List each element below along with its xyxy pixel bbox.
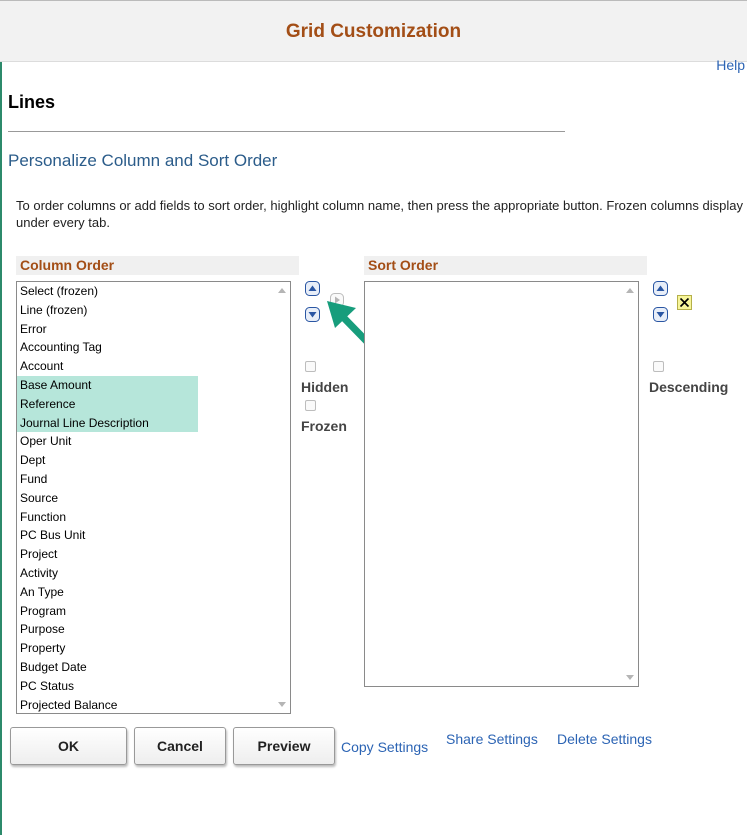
remove-from-sort-x-icon[interactable] — [677, 295, 692, 310]
list-item[interactable]: Base Amount — [17, 375, 198, 395]
list-item[interactable]: PC Bus Unit — [17, 526, 290, 545]
list-item[interactable]: Reference — [17, 394, 198, 414]
list-item[interactable]: Project — [17, 545, 290, 564]
list-item[interactable]: Dept — [17, 451, 290, 470]
list-item[interactable]: Journal Line Description — [17, 413, 198, 433]
frozen-checkbox[interactable] — [305, 400, 316, 411]
scroll-down-icon[interactable] — [278, 702, 286, 707]
cancel-button[interactable]: Cancel — [134, 727, 226, 765]
list-item[interactable]: Accounting Tag — [17, 338, 290, 357]
instructions-text: To order columns or add fields to sort o… — [16, 198, 743, 230]
descending-checkbox[interactable] — [653, 361, 664, 372]
list-item[interactable]: Budget Date — [17, 658, 290, 677]
list-item[interactable]: Oper Unit — [17, 432, 290, 451]
title-bar: Grid Customization — [0, 0, 747, 62]
descending-label: Descending — [649, 379, 729, 395]
list-item[interactable]: Program — [17, 602, 290, 621]
share-settings-link[interactable]: Share Settings — [446, 731, 538, 747]
scroll-up-icon[interactable] — [626, 288, 634, 293]
preview-button[interactable]: Preview — [233, 727, 335, 765]
list-item[interactable]: An Type — [17, 583, 290, 602]
ok-button[interactable]: OK — [10, 727, 127, 765]
list-item[interactable]: Source — [17, 489, 290, 508]
list-item[interactable]: Account — [17, 357, 290, 376]
list-item[interactable]: Function — [17, 508, 290, 527]
page-title: Lines — [8, 92, 56, 112]
scroll-down-icon[interactable] — [626, 675, 634, 680]
hidden-label: Hidden — [301, 379, 349, 395]
list-item[interactable]: Select (frozen) — [17, 282, 290, 301]
move-up-icon[interactable] — [305, 281, 320, 296]
frozen-label: Frozen — [301, 418, 347, 434]
list-item[interactable]: Activity — [17, 564, 290, 583]
hidden-checkbox[interactable] — [305, 361, 316, 372]
sort-order-listbox[interactable] — [364, 281, 639, 687]
list-item[interactable]: Purpose — [17, 620, 290, 639]
column-order-items: Select (frozen) Line (frozen) Error Account… — [17, 282, 290, 713]
sort-move-up-icon[interactable] — [653, 281, 668, 296]
list-item[interactable]: Fund — [17, 470, 290, 489]
sort-move-down-icon[interactable] — [653, 307, 668, 322]
list-item[interactable]: Projected Balance — [17, 696, 290, 713]
sort-order-scrollbar[interactable] — [622, 282, 638, 686]
column-order-listbox[interactable]: Select (frozen) Line (frozen) Error Account… — [16, 281, 291, 714]
sort-order-header: Sort Order — [364, 256, 647, 275]
window-title: Grid Customization — [285, 21, 462, 42]
list-item[interactable]: Line (frozen) — [17, 301, 290, 320]
help-link[interactable]: Help — [716, 57, 745, 73]
list-item[interactable]: Error — [17, 320, 290, 339]
move-down-icon[interactable] — [305, 307, 320, 322]
column-order-header: Column Order — [16, 256, 299, 275]
scroll-up-icon[interactable] — [278, 288, 286, 293]
delete-settings-link[interactable]: Delete Settings — [557, 731, 652, 747]
copy-settings-link[interactable]: Copy Settings — [341, 739, 428, 755]
column-order-scrollbar[interactable] — [274, 282, 290, 713]
heading-divider — [8, 131, 565, 132]
list-item[interactable]: PC Status — [17, 677, 290, 696]
section-subheading: Personalize Column and Sort Order — [8, 151, 278, 170]
list-item[interactable]: Property — [17, 639, 290, 658]
